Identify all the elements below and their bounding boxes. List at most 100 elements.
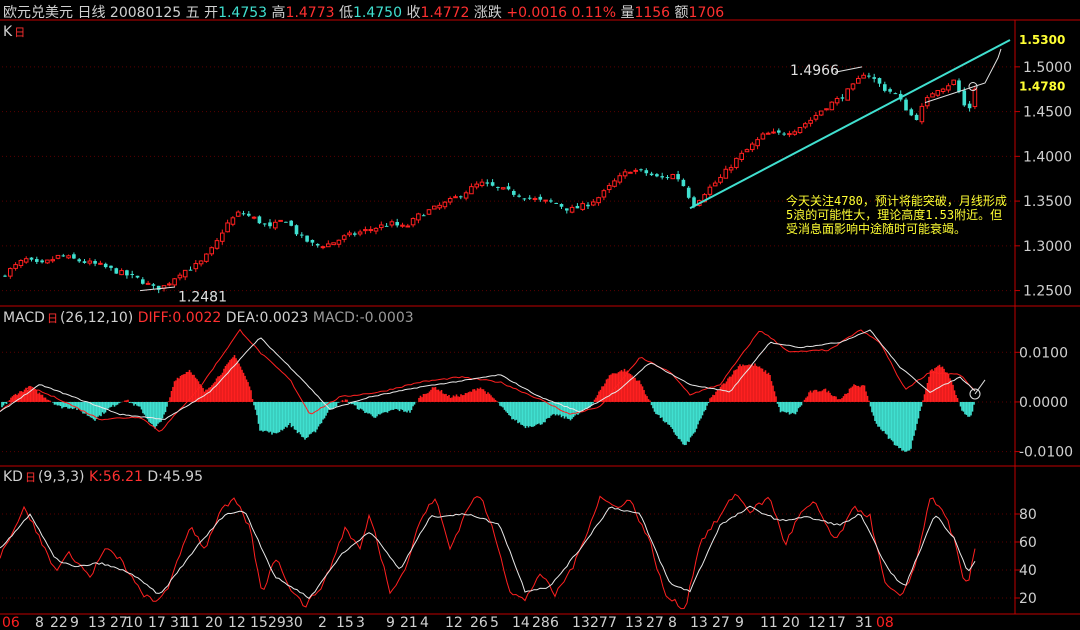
- candle-body: [66, 255, 71, 259]
- candle-body: [214, 240, 220, 249]
- candle: [532, 196, 538, 203]
- candle: [517, 193, 521, 198]
- candle: [861, 72, 866, 79]
- candle-body: [320, 246, 326, 249]
- candle: [145, 280, 151, 285]
- macd-period-toggle[interactable]: 日: [47, 311, 58, 327]
- candle-body: [151, 284, 156, 286]
- candle: [82, 259, 87, 264]
- candle: [326, 240, 331, 248]
- candle-body: [331, 242, 336, 246]
- macd-pane-label[interactable]: MACD 日 (26,12,10) DIFF:0.0022 DEA:0.0023 M…: [3, 310, 414, 327]
- candle-body: [712, 182, 718, 187]
- candle-body: [824, 108, 829, 111]
- date-tick-label: 15: [250, 615, 268, 630]
- candle: [479, 178, 485, 188]
- candle-body: [787, 133, 792, 136]
- candle: [119, 268, 124, 276]
- candle-body: [35, 259, 39, 262]
- candle: [257, 215, 262, 225]
- candle: [368, 226, 373, 234]
- candle-body: [251, 216, 257, 219]
- candle-body: [220, 232, 225, 242]
- k-pane-label[interactable]: K日: [3, 24, 27, 41]
- candle-body: [29, 257, 34, 260]
- kd-period-toggle[interactable]: 日: [25, 470, 36, 486]
- candle-body: [421, 215, 426, 217]
- candle: [739, 150, 745, 162]
- candle-body: [914, 114, 919, 121]
- candle-body: [676, 174, 680, 180]
- candle: [225, 219, 230, 233]
- candle-body: [649, 173, 654, 176]
- candle: [188, 266, 193, 271]
- candle: [712, 180, 718, 187]
- candle: [554, 202, 558, 204]
- candle-body: [284, 221, 288, 223]
- candle: [660, 172, 664, 180]
- candle: [909, 107, 914, 117]
- candle: [315, 243, 320, 248]
- candle: [808, 117, 813, 127]
- candle-body: [125, 270, 129, 276]
- candle-body: [273, 221, 278, 229]
- candle: [463, 190, 469, 201]
- candle: [93, 259, 97, 267]
- date-tick-label: 12: [445, 615, 463, 630]
- candle: [586, 202, 590, 209]
- candle-body: [485, 182, 490, 184]
- date-tick-label: 2: [318, 615, 327, 630]
- candle: [940, 87, 946, 94]
- candle: [410, 217, 416, 228]
- candle-body: [723, 168, 729, 179]
- candle-body: [718, 176, 723, 183]
- candle: [670, 173, 676, 180]
- candle: [867, 72, 871, 79]
- candle-body: [628, 171, 633, 174]
- candle: [633, 168, 639, 175]
- date-tick-label: 13: [625, 615, 643, 630]
- date-tick-label: 27: [590, 615, 608, 630]
- candle: [294, 224, 299, 236]
- candle: [278, 219, 283, 222]
- candle: [141, 277, 145, 285]
- high-pointer: [834, 66, 863, 73]
- candle: [490, 179, 495, 187]
- candle: [765, 131, 771, 135]
- candle: [792, 129, 798, 136]
- macd-tick-label: 0.0000: [1019, 395, 1068, 411]
- candle: [135, 275, 140, 279]
- price-tick-label: 1.2500: [1023, 284, 1072, 300]
- candle-body: [247, 213, 251, 216]
- candle-body: [569, 206, 575, 213]
- candle: [40, 259, 44, 264]
- candle: [284, 221, 288, 223]
- k-period-toggle[interactable]: 日: [14, 25, 25, 41]
- candle: [66, 254, 71, 260]
- candle: [813, 111, 819, 122]
- candle: [55, 254, 61, 260]
- candle: [177, 272, 183, 281]
- candle: [914, 113, 919, 121]
- kd-pane-label[interactable]: KD 日 (9,3,3) K:56.21 D:45.95: [3, 469, 203, 486]
- candle: [888, 87, 892, 94]
- candle-body: [474, 183, 479, 188]
- kd-tick-label: 20: [1019, 591, 1037, 607]
- high-value: 1.4773: [285, 5, 335, 21]
- candle: [734, 157, 739, 170]
- candle: [723, 165, 729, 179]
- candle-body: [728, 167, 734, 171]
- candle-body: [755, 139, 760, 147]
- candle: [109, 265, 113, 271]
- date-tick-label: 08: [876, 615, 894, 630]
- candle-body: [893, 93, 898, 95]
- candle-body: [883, 84, 887, 91]
- date-tick-label: 9: [70, 615, 79, 630]
- candle: [744, 148, 750, 153]
- candle-body: [612, 180, 617, 187]
- quote-weekday: 五: [185, 5, 200, 21]
- k-pane-title: K: [3, 24, 13, 40]
- candle-body: [792, 131, 798, 135]
- date-tick-label: 10: [125, 615, 143, 630]
- low-label: 低: [338, 5, 353, 21]
